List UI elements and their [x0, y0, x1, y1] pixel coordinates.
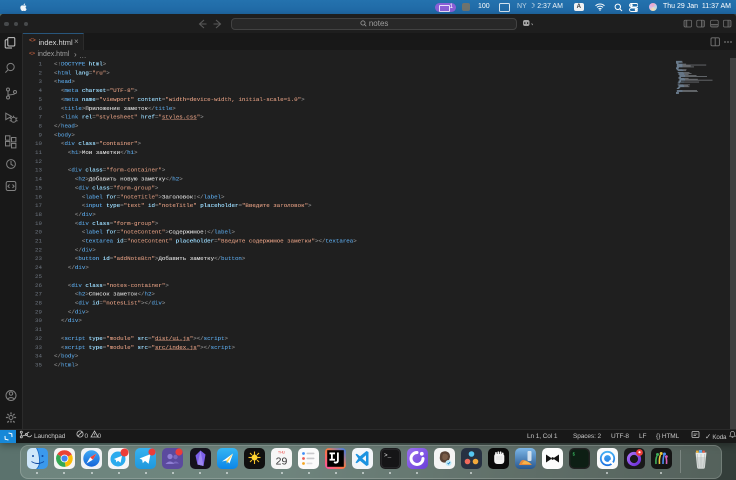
- svg-text:29: 29: [276, 455, 288, 467]
- svg-text:$: $: [573, 452, 576, 458]
- svg-text:THU: THU: [278, 451, 286, 455]
- svg-text:>_: >_: [384, 452, 392, 459]
